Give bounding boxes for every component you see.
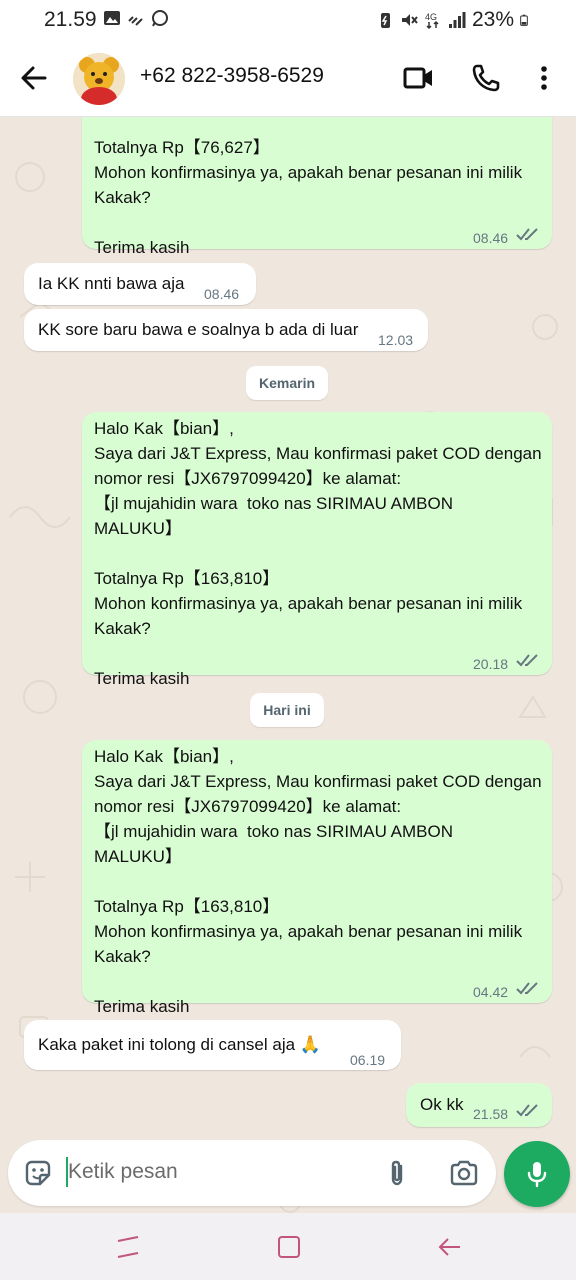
message-input[interactable]: Ketik pesan (68, 1160, 178, 1184)
voice-call-icon[interactable] (470, 62, 502, 94)
message-text: Ok kk (420, 1095, 464, 1114)
back-arrow-icon[interactable] (18, 62, 50, 94)
message-text: Halo Kak【bian】, Saya dari J&T Express, M… (94, 419, 542, 688)
camera-icon[interactable] (448, 1157, 480, 1189)
message-composer: Ketik pesan (8, 1140, 496, 1206)
date-divider: Kemarin (246, 366, 328, 400)
status-time: 21.59 (44, 8, 97, 31)
message-time: 08.46 (204, 286, 240, 302)
message-bubble-outgoing[interactable]: Halo Kak【bian】, Saya dari J&T Express, M… (82, 412, 552, 688)
svg-text:4G: 4G (425, 12, 437, 22)
attach-icon[interactable] (381, 1157, 413, 1189)
read-ticks-icon (516, 982, 538, 995)
gallery-icon (104, 11, 120, 25)
message-text: Ia KK nnti bawa aja (38, 274, 185, 293)
home-icon[interactable] (273, 1231, 305, 1263)
video-call-icon[interactable] (402, 62, 434, 94)
message-text: Halo Kak【bian】, Saya dari J&T Express, M… (94, 747, 542, 1016)
avatar[interactable] (73, 53, 125, 105)
back-icon[interactable] (434, 1231, 466, 1263)
more-options-icon[interactable] (528, 62, 560, 94)
message-time: 12.03 (378, 332, 414, 348)
status-bar: 21.59 4G 23% (0, 0, 576, 40)
whatsapp-icon (152, 10, 168, 27)
message-text: KK sore baru bawa e soalnya b ada di lua… (38, 320, 359, 339)
battery-icon (520, 14, 528, 26)
message-bubble-incoming[interactable]: KK sore baru bawa e soalnya b ada di lua… (24, 309, 428, 351)
chat-header: +62 822-3958-6529 (0, 40, 576, 117)
mute-icon (401, 14, 418, 26)
message-time: 06.19 (350, 1052, 386, 1068)
avatar-bear-icon (73, 53, 125, 105)
message-bubble-outgoing[interactable]: Halo Kak【bian】, Saya dari J&T Express, M… (82, 740, 552, 1016)
message-bubble-outgoing[interactable]: Ok kk 21.58 (406, 1083, 552, 1127)
recent-apps-icon[interactable] (112, 1231, 144, 1263)
chat-area[interactable]: Totalnya Rp【76,627】 Mohon konfirmasinya … (0, 117, 576, 1213)
message-bubble-incoming[interactable]: Ia KK nnti bawa aja 08.46 (24, 263, 256, 305)
signal-icon (448, 12, 466, 28)
message-bubble-incoming[interactable]: Kaka paket ini tolong di cansel aja 🙏 06… (24, 1020, 401, 1070)
sticker-icon[interactable] (22, 1157, 54, 1189)
battery-percent: 23% (471, 8, 514, 31)
date-divider: Hari ini (250, 693, 324, 727)
mic-icon (527, 1162, 547, 1188)
message-text: Kaka paket ini tolong di cansel aja 🙏 (38, 1035, 321, 1054)
battery-saver-icon (380, 13, 390, 28)
system-nav-bar (0, 1213, 576, 1280)
network-4g-icon: 4G (425, 12, 439, 29)
message-time: 20.18 (473, 656, 509, 672)
message-bubble-outgoing[interactable]: Totalnya Rp【76,627】 Mohon konfirmasinya … (82, 117, 552, 257)
read-ticks-icon (516, 1104, 538, 1117)
contact-name[interactable]: +62 822-3958-6529 (140, 64, 324, 88)
wifi-call-icon (128, 16, 143, 26)
message-time: 04.42 (473, 984, 509, 1000)
mic-button[interactable] (504, 1141, 570, 1207)
message-time: 08.46 (473, 230, 509, 246)
read-ticks-icon (516, 228, 538, 241)
message-time: 21.58 (473, 1106, 509, 1122)
read-ticks-icon (516, 654, 538, 667)
